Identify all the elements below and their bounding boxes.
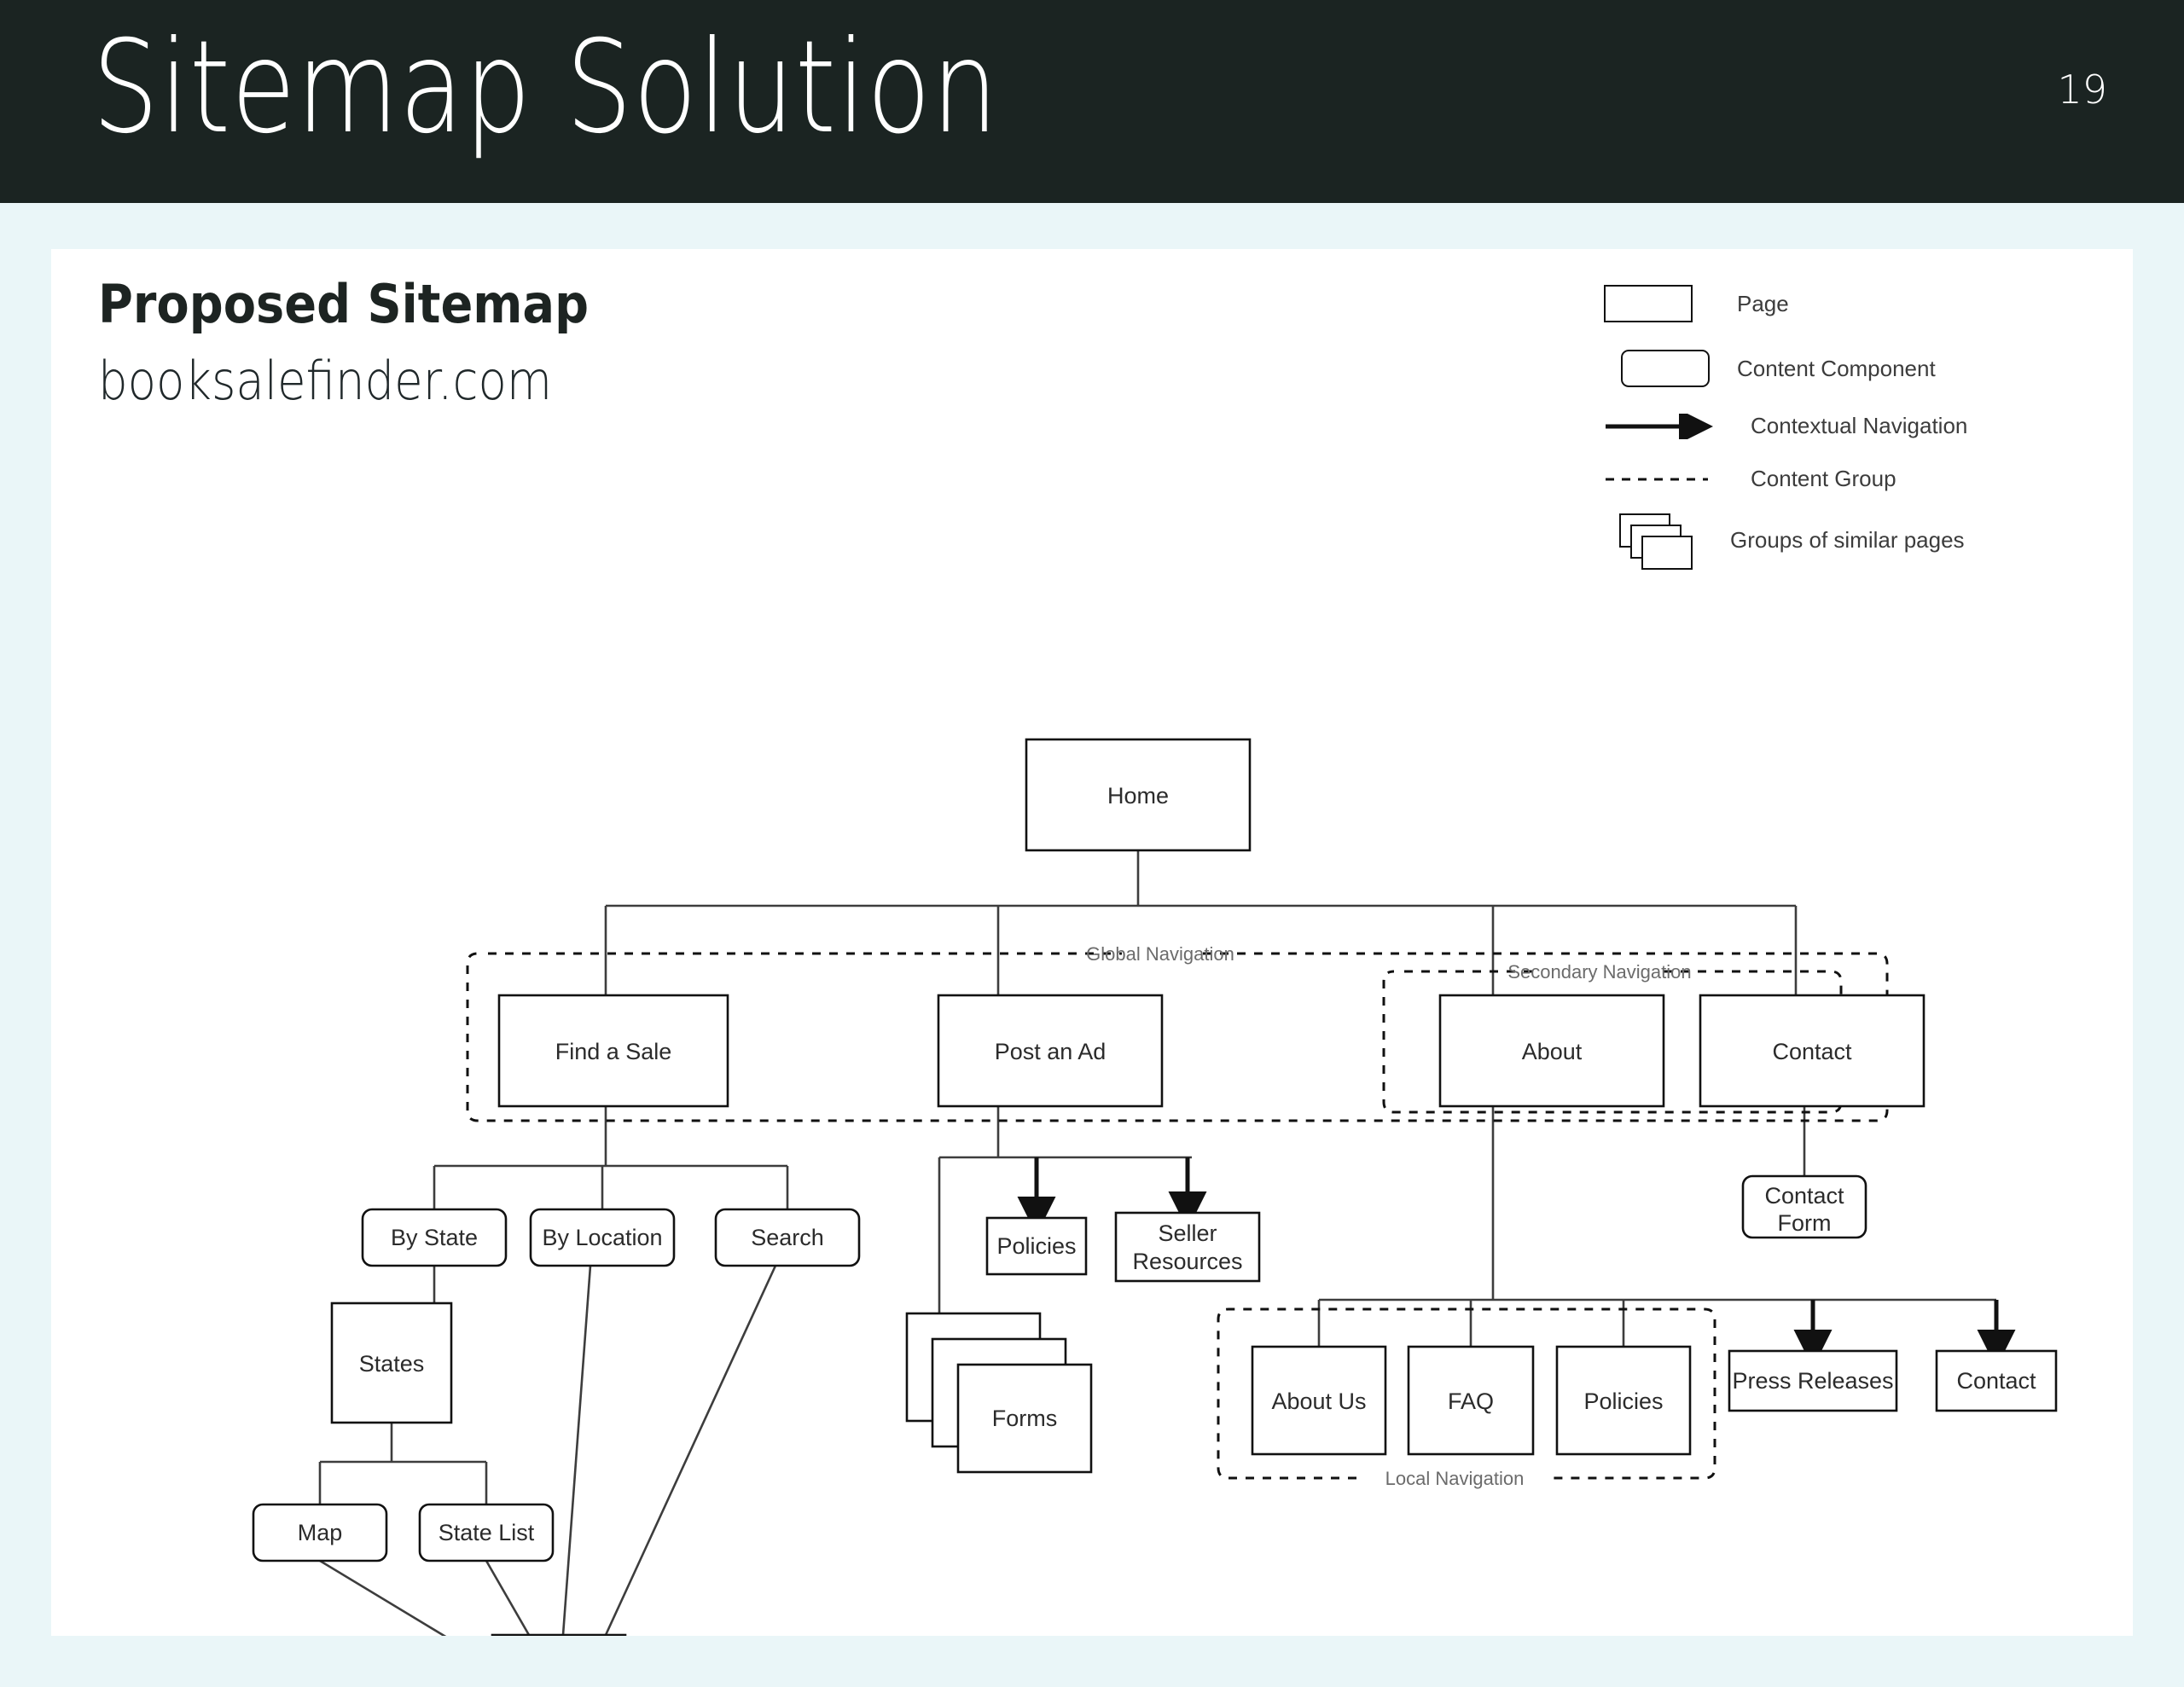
- node-contact-leaf[interactable]: Contact: [1935, 1349, 2058, 1412]
- node-label-states: States: [359, 1351, 425, 1377]
- group-label-local-navigation: Local Navigation: [1385, 1468, 1525, 1489]
- node-label-search: Search: [751, 1225, 824, 1250]
- node-contact[interactable]: Contact: [1699, 994, 1926, 1108]
- node-forms[interactable]: Forms: [905, 1312, 1093, 1474]
- node-about[interactable]: About: [1438, 994, 1665, 1108]
- group-label-global-navigation: Global Navigation: [1086, 943, 1234, 965]
- node-label-contact-form-line2: Form: [1778, 1210, 1832, 1236]
- node-label-state-list: State List: [439, 1520, 535, 1545]
- node-map[interactable]: Map: [252, 1503, 388, 1562]
- node-states[interactable]: States: [330, 1301, 453, 1424]
- node-label-faq: FAQ: [1448, 1388, 1494, 1414]
- node-policies-about[interactable]: Policies: [1555, 1345, 1692, 1456]
- node-post-an-ad[interactable]: Post an Ad: [937, 994, 1164, 1108]
- node-label-by-location: By Location: [542, 1225, 662, 1250]
- node-find-a-sale[interactable]: Find a Sale: [497, 994, 729, 1108]
- node-label-about: About: [1522, 1039, 1583, 1064]
- node-policies-post-an-ad[interactable]: Policies: [985, 1216, 1088, 1276]
- group-label-secondary-navigation: Secondary Navigation: [1507, 961, 1691, 983]
- node-search[interactable]: Search: [714, 1208, 861, 1267]
- content-card: Proposed Sitemap booksalefinder.com Page…: [51, 249, 2133, 1636]
- node-faq[interactable]: FAQ: [1407, 1345, 1535, 1456]
- node-label-about-us: About Us: [1271, 1388, 1366, 1414]
- node-label-seller-resources-line2: Resources: [1132, 1249, 1242, 1274]
- node-label-find-a-sale: Find a Sale: [555, 1039, 672, 1064]
- node-label-seller-resources-line1: Seller: [1158, 1220, 1217, 1246]
- node-label-contact-form-line1: Contact: [1764, 1183, 1844, 1209]
- node-label-by-state: By State: [391, 1225, 478, 1250]
- node-label-forms: Forms: [992, 1406, 1058, 1431]
- slide-number: 19: [2057, 67, 2107, 113]
- node-label-press-releases: Press Releases: [1732, 1368, 1893, 1394]
- node-layer: Home Find a Sale Post an Ad About Contac…: [252, 738, 2058, 1636]
- node-label-home: Home: [1107, 783, 1169, 809]
- node-by-location[interactable]: By Location: [529, 1208, 676, 1267]
- node-seller-resources[interactable]: Seller Resources: [1114, 1211, 1261, 1283]
- node-label-contact: Contact: [1772, 1039, 1852, 1064]
- sitemap-diagram: Global Navigation Secondary Navigation L…: [252, 738, 2058, 1636]
- node-label-post-an-ad: Post an Ad: [995, 1039, 1107, 1064]
- node-label-contact-leaf: Contact: [1956, 1368, 2036, 1394]
- slide-header: Sitemap Solution 19: [0, 0, 2184, 203]
- node-home[interactable]: Home: [1025, 738, 1252, 852]
- node-about-us[interactable]: About Us: [1251, 1345, 1387, 1456]
- page-title: Sitemap Solution: [92, 14, 999, 162]
- node-contact-form[interactable]: Contact Form: [1741, 1174, 1867, 1239]
- node-label-policies-about: Policies: [1583, 1388, 1663, 1414]
- node-by-state[interactable]: By State: [361, 1208, 508, 1267]
- node-label-map: Map: [298, 1520, 343, 1545]
- node-press-releases[interactable]: Press Releases: [1728, 1349, 1898, 1412]
- node-search-results[interactable]: Search Results: [491, 1633, 627, 1636]
- node-label-policies-post-an-ad: Policies: [996, 1233, 1076, 1259]
- node-state-list[interactable]: State List: [418, 1503, 555, 1562]
